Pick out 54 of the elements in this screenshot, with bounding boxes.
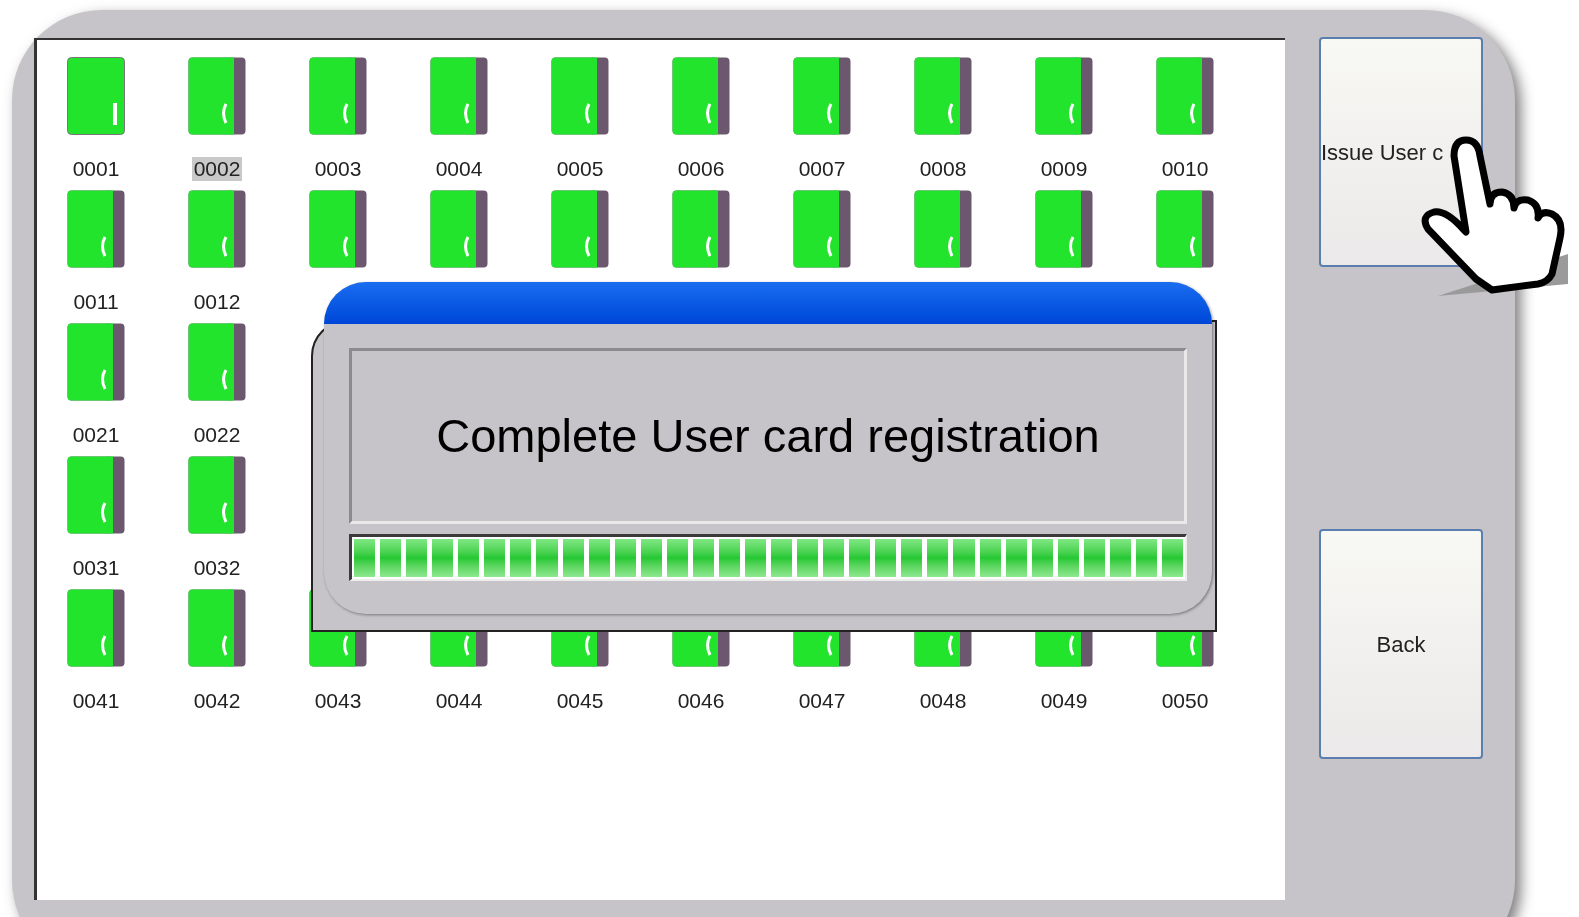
card-number[interactable]: 0008 xyxy=(917,157,969,181)
card-number[interactable]: 0007 xyxy=(796,157,848,181)
card-number[interactable]: 0046 xyxy=(675,689,727,713)
card-number[interactable]: 0047 xyxy=(796,689,848,713)
card-number[interactable]: 0006 xyxy=(675,157,727,181)
card-icon xyxy=(67,589,125,667)
card-icon xyxy=(551,190,609,268)
card-icon xyxy=(672,57,730,135)
card-icon xyxy=(188,456,246,534)
card-icon xyxy=(430,190,488,268)
card-icon xyxy=(793,190,851,268)
card-number[interactable]: 0022 xyxy=(191,423,243,447)
card-number[interactable]: 0004 xyxy=(433,157,485,181)
card-number[interactable]: 0043 xyxy=(312,689,364,713)
card-number[interactable]: 0012 xyxy=(191,290,243,314)
card-number[interactable]: 0048 xyxy=(917,689,969,713)
card-number[interactable]: 0032 xyxy=(191,556,243,580)
card-number[interactable]: 0005 xyxy=(554,157,606,181)
card-number[interactable]: 0041 xyxy=(70,689,122,713)
card-icon xyxy=(1035,57,1093,135)
card-number[interactable]: 0002 xyxy=(191,157,243,181)
card-number[interactable]: 0050 xyxy=(1159,689,1211,713)
card-icon xyxy=(793,57,851,135)
card-number[interactable]: 0044 xyxy=(433,689,485,713)
card-icon xyxy=(188,589,246,667)
card-number[interactable]: 0042 xyxy=(191,689,243,713)
card-icon xyxy=(67,190,125,268)
card-icon xyxy=(551,57,609,135)
card-icon xyxy=(188,57,246,135)
card-icon xyxy=(430,57,488,135)
card-number[interactable]: 0021 xyxy=(70,423,122,447)
card-number[interactable]: 0003 xyxy=(312,157,364,181)
card-number[interactable]: 0011 xyxy=(71,290,121,314)
card-number[interactable]: 0031 xyxy=(70,556,122,580)
card-number[interactable]: 0010 xyxy=(1159,157,1211,181)
card-number[interactable]: 0009 xyxy=(1038,157,1090,181)
card-icon xyxy=(914,190,972,268)
back-button[interactable]: Back xyxy=(1319,529,1483,759)
card-icon xyxy=(672,190,730,268)
registration-message: Complete User card registration xyxy=(436,407,1100,464)
card-number[interactable]: 0045 xyxy=(554,689,606,713)
card-icon xyxy=(1156,190,1214,268)
card-number[interactable]: 0001 xyxy=(70,157,122,181)
card-icon xyxy=(1035,190,1093,268)
card-icon xyxy=(188,190,246,268)
card-number[interactable]: 0049 xyxy=(1038,689,1090,713)
card-icon xyxy=(188,323,246,401)
card-icon xyxy=(67,57,125,135)
card-icon xyxy=(914,57,972,135)
card-icon xyxy=(309,57,367,135)
card-icon xyxy=(67,323,125,401)
card-icon xyxy=(309,190,367,268)
card-icon xyxy=(67,456,125,534)
card-icon xyxy=(1156,57,1214,135)
